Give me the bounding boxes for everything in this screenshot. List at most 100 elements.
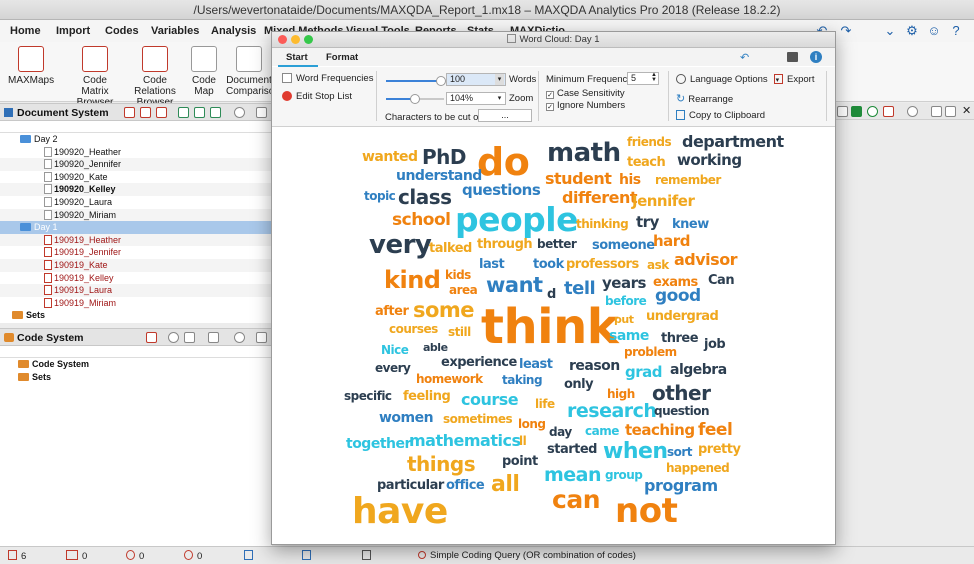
grid-icon[interactable]: [184, 332, 195, 343]
edit-stop-list-button[interactable]: Edit Stop List: [282, 91, 352, 102]
cloud-word[interactable]: student: [545, 171, 612, 187]
cloud-word[interactable]: professors: [566, 258, 639, 271]
minimize-window-icon[interactable]: [291, 35, 300, 44]
document-item[interactable]: 190920_Heather: [0, 146, 272, 159]
cloud-word[interactable]: came: [585, 425, 619, 437]
cloud-word[interactable]: Nice: [381, 344, 409, 356]
code-matrix-browser-button[interactable]: Code Matrix Browser: [70, 46, 120, 108]
undo-cloud-icon[interactable]: ↶: [740, 51, 749, 64]
float-panel-icon[interactable]: [931, 106, 942, 117]
cloud-word[interactable]: experience: [441, 356, 517, 369]
cloud-word[interactable]: have: [352, 494, 448, 530]
document-item[interactable]: 190919_Kelley: [0, 272, 272, 285]
case-sensitivity-checkbox[interactable]: ✓ Case Sensitivity: [546, 88, 625, 99]
refresh-icon[interactable]: [210, 107, 221, 118]
word-frequencies-button[interactable]: Word Frequencies: [282, 73, 373, 84]
cloud-word[interactable]: better: [537, 238, 577, 250]
cloud-word[interactable]: PhD: [422, 147, 467, 167]
cloud-word[interactable]: courses: [389, 323, 438, 335]
cloud-word[interactable]: women: [379, 411, 434, 425]
duplicate-document-icon[interactable]: [140, 107, 151, 118]
cloud-word[interactable]: put: [614, 314, 634, 325]
cloud-word[interactable]: good: [655, 288, 701, 305]
cloud-word[interactable]: reason: [569, 359, 620, 373]
zoom-slider-knob[interactable]: [410, 94, 420, 104]
export-html-icon[interactable]: [867, 106, 878, 117]
document-comparison-button[interactable]: Document Comparison: [226, 46, 272, 97]
maximize-code-panel-icon[interactable]: [256, 332, 267, 343]
cloud-word[interactable]: advisor: [674, 252, 738, 268]
browser-search-icon[interactable]: [907, 106, 918, 117]
cloud-word[interactable]: class: [398, 187, 452, 207]
words-count-field[interactable]: 100 ▾: [446, 73, 506, 86]
cloud-word[interactable]: feeling: [403, 390, 451, 403]
words-dropdown-icon[interactable]: ▾: [495, 74, 504, 85]
cloud-word[interactable]: working: [677, 153, 742, 168]
cloud-word[interactable]: sort: [667, 446, 693, 458]
characters-cut-field[interactable]: ...: [478, 109, 532, 122]
document-item[interactable]: 190920_Jennifer: [0, 158, 272, 171]
code-system-root[interactable]: Code System: [0, 358, 272, 371]
words-slider-track[interactable]: [386, 80, 442, 82]
code-search-row[interactable]: [0, 346, 272, 358]
chevron-down-icon[interactable]: ⌄: [882, 23, 898, 39]
cloud-word[interactable]: still: [448, 326, 471, 338]
cloud-word[interactable]: knew: [672, 218, 709, 231]
status-user-icon[interactable]: [244, 550, 257, 562]
cloud-word[interactable]: someone: [592, 239, 655, 252]
cloud-word[interactable]: job: [704, 338, 726, 351]
cloud-word[interactable]: started: [547, 443, 597, 456]
document-item[interactable]: 190919_Laura: [0, 284, 272, 297]
cloud-word[interactable]: after: [375, 305, 409, 318]
cloud-word[interactable]: want: [486, 275, 543, 296]
cloud-word[interactable]: day: [549, 426, 572, 438]
status-user2-icon[interactable]: [302, 550, 315, 562]
cloud-word[interactable]: Can: [708, 274, 735, 287]
cloud-word[interactable]: thinking: [576, 218, 629, 230]
cloud-word[interactable]: research: [567, 402, 657, 421]
cloud-word[interactable]: kids: [445, 269, 471, 281]
cloud-word[interactable]: do: [477, 143, 530, 181]
new-document-icon[interactable]: [124, 107, 135, 118]
tab-start[interactable]: Start: [286, 52, 308, 63]
cloud-word[interactable]: other: [652, 383, 711, 403]
cloud-word[interactable]: office: [446, 479, 485, 492]
maxmaps-button[interactable]: MAXMaps: [8, 46, 54, 86]
redo-icon[interactable]: ↷: [838, 23, 854, 39]
cloud-word[interactable]: talked: [429, 242, 472, 255]
emoticode-icon[interactable]: [168, 332, 179, 343]
cloud-word[interactable]: his: [619, 173, 641, 187]
cloud-word[interactable]: math: [547, 140, 621, 166]
help-icon[interactable]: ?: [948, 23, 964, 39]
cloud-word[interactable]: tell: [564, 280, 596, 298]
cloud-word[interactable]: high: [607, 388, 635, 400]
cloud-word[interactable]: school: [392, 212, 451, 229]
copy-to-clipboard-button[interactable]: Copy to Clipboard: [676, 110, 765, 121]
cloud-word[interactable]: last: [479, 258, 505, 271]
cloud-word[interactable]: very: [369, 232, 432, 258]
cloud-word[interactable]: hard: [653, 234, 690, 249]
cloud-word[interactable]: questions: [462, 183, 541, 198]
cloud-word[interactable]: ll: [519, 435, 527, 447]
cloud-word[interactable]: department: [682, 134, 784, 150]
cloud-word[interactable]: problem: [624, 346, 677, 358]
code-relations-browser-button[interactable]: Code Relations Browser: [126, 46, 184, 108]
cloud-word[interactable]: every: [375, 362, 411, 374]
export-button[interactable]: Export: [774, 74, 814, 85]
cloud-word[interactable]: only: [564, 378, 594, 391]
cloud-word[interactable]: together: [346, 437, 411, 451]
cloud-word[interactable]: point: [502, 455, 538, 468]
cloud-word[interactable]: course: [461, 392, 519, 408]
cloud-word[interactable]: topic: [364, 190, 396, 202]
tab-analysis[interactable]: Analysis: [211, 25, 256, 37]
cloud-word[interactable]: pretty: [698, 443, 741, 456]
document-search-row[interactable]: [0, 121, 272, 133]
cloud-word[interactable]: Jennifer: [632, 194, 695, 209]
cloud-word[interactable]: question: [654, 405, 710, 417]
cloud-word[interactable]: homework: [416, 373, 483, 385]
tab-import[interactable]: Import: [56, 25, 90, 37]
cloud-word[interactable]: some: [413, 300, 475, 321]
deactivate-icon[interactable]: [194, 107, 205, 118]
status-query[interactable]: Simple Coding Query (OR combination of c…: [418, 550, 636, 561]
cloud-word[interactable]: happened: [666, 462, 730, 474]
